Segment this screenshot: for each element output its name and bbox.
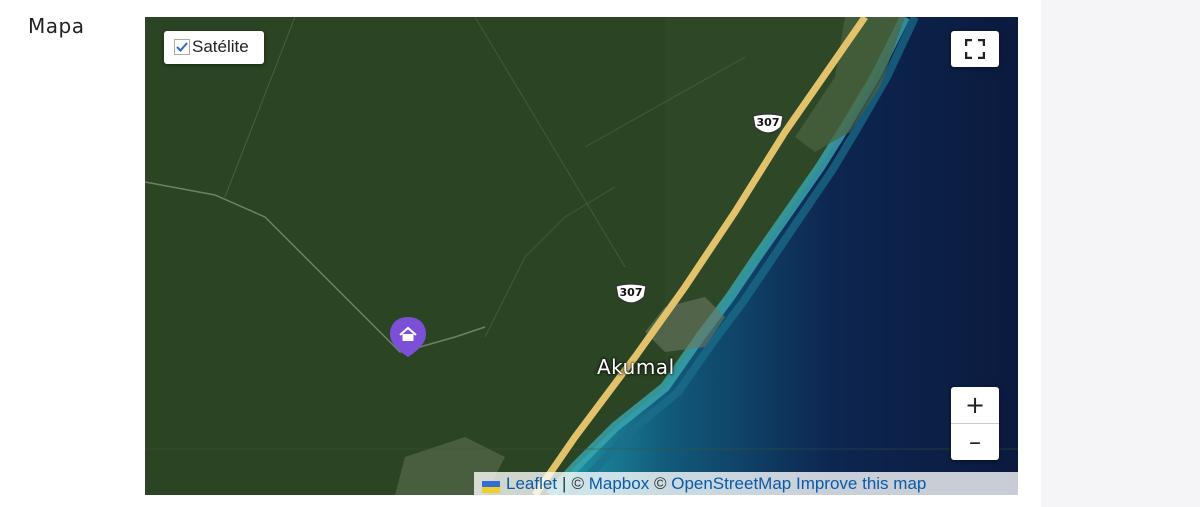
fullscreen-icon [965, 39, 985, 59]
map-view[interactable]: Satélite 307 307 Akumal + – Leaflet | © … [145, 17, 1018, 495]
satellite-label: Satélite [192, 37, 249, 56]
fullscreen-button[interactable] [951, 31, 999, 67]
highway-shield: 307 [614, 283, 648, 309]
satellite-toggle[interactable]: Satélite [164, 31, 264, 64]
checkbox-icon[interactable] [174, 39, 190, 55]
openstreetmap-link[interactable]: OpenStreetMap [671, 474, 791, 494]
improve-map-link[interactable]: Improve this map [796, 474, 926, 494]
ukraine-flag-icon [482, 478, 500, 493]
mapbox-link[interactable]: Mapbox [589, 474, 649, 494]
place-label-akumal: Akumal [597, 355, 675, 379]
satellite-imagery [145, 17, 1018, 495]
copyright-symbol: © [653, 473, 667, 493]
leaflet-link[interactable]: Leaflet [506, 474, 557, 494]
section-title: Mapa [28, 14, 85, 38]
zoom-out-button[interactable]: – [951, 424, 999, 460]
attribution-separator: | [562, 473, 567, 493]
zoom-in-button[interactable]: + [951, 387, 999, 424]
zoom-control[interactable]: + – [951, 387, 999, 460]
highway-shield: 307 [751, 113, 785, 139]
copyright-symbol: © [571, 473, 584, 493]
map-attribution: Leaflet | © Mapbox © OpenStreetMap Impro… [474, 472, 1018, 495]
right-panel [1041, 0, 1200, 507]
property-marker[interactable] [386, 315, 430, 359]
